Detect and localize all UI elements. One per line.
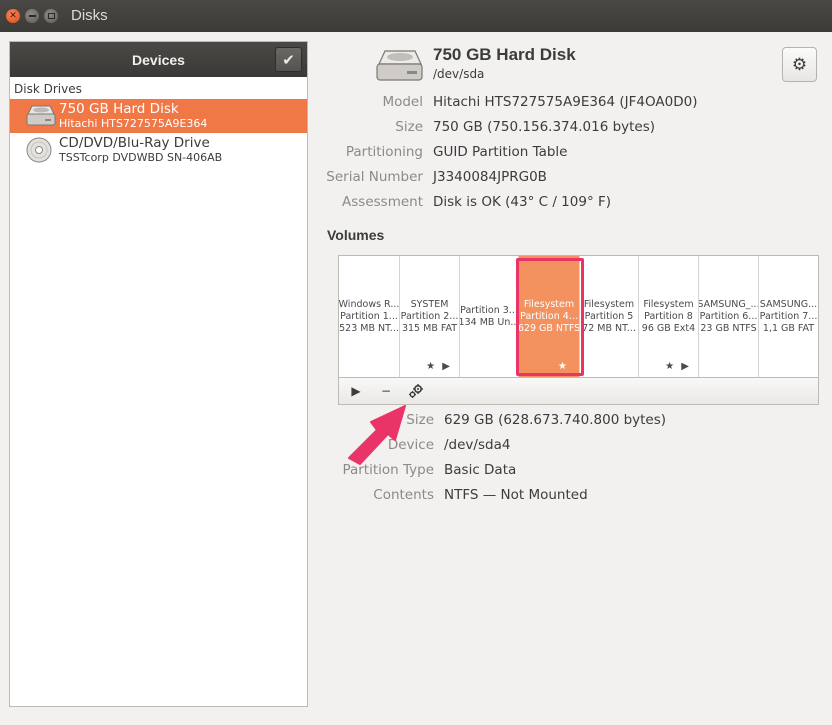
gear-icon: ⚙ <box>791 54 808 75</box>
partition-size: 315 MB FAT <box>401 322 458 334</box>
drive-name: CD/DVD/Blu-Ray Drive <box>59 135 210 151</box>
partitioning-value: GUID Partition Table <box>433 144 568 160</box>
partition-label: SAMSUNG... <box>759 298 818 310</box>
drive-name: 750 GB Hard Disk <box>59 101 179 117</box>
optical-disc-icon <box>26 137 52 163</box>
play-icon: ▶ <box>351 384 361 398</box>
window-title: Disks <box>71 7 108 24</box>
checkmark-icon: ✔ <box>282 50 295 69</box>
partition-label: SAMSUNG_... <box>699 298 759 310</box>
partition-number: Partition 7... <box>759 310 818 322</box>
partition-block[interactable]: Windows R... Partition 1... 523 MB NT... <box>339 256 400 377</box>
sidebar-title: Devices <box>132 51 185 68</box>
devices-sidebar: Devices ✔ Disk Drives 750 GB Hard Disk H… <box>9 41 308 707</box>
partition-size: 523 MB NT... <box>339 322 399 334</box>
annotation-arrow <box>348 405 406 465</box>
partition-device-value: /dev/sda4 <box>444 437 511 453</box>
mounted-flags-icon: ★ ▶ <box>665 361 691 372</box>
title-bar: ✕ Disks <box>0 0 832 32</box>
partition-block[interactable]: Partition 3... 134 MB Un... <box>460 256 519 377</box>
partition-size: 23 GB NTFS <box>700 322 757 334</box>
maximize-icon <box>47 13 55 19</box>
disk-drives-section-label: Disk Drives <box>14 82 82 96</box>
select-mode-button[interactable]: ✔ <box>275 47 302 72</box>
sidebar-header: Devices ✔ <box>10 42 307 77</box>
partition-block[interactable]: Filesystem Partition 5 72 MB NT... <box>580 256 639 377</box>
partition-type-value: Basic Data <box>444 462 517 478</box>
partition-block[interactable]: SAMSUNG... Partition 7... 1,1 GB FAT <box>759 256 818 377</box>
partition-size-value: 629 GB (628.673.740.800 bytes) <box>444 412 667 428</box>
partition-label: SYSTEM <box>410 298 449 310</box>
partition-size: 134 MB Un... <box>460 316 519 328</box>
hard-disk-icon <box>26 105 56 126</box>
volumes-heading: Volumes <box>327 227 385 243</box>
mounted-flags-icon: ★ ▶ <box>426 361 452 372</box>
delete-partition-button[interactable]: − <box>378 383 394 399</box>
minus-icon: − <box>380 384 392 398</box>
mount-button[interactable]: ▶ <box>348 383 364 399</box>
partition-label: Windows R... <box>339 298 400 310</box>
disk-settings-button[interactable]: ⚙ <box>782 47 817 82</box>
assessment-value: Disk is OK (43° C / 109° F) <box>433 194 612 210</box>
partition-number: Partition 6... <box>699 310 758 322</box>
partition-number: Partition 5 <box>584 310 634 322</box>
size-label: Size <box>395 119 423 135</box>
partition-size: 1,1 GB FAT <box>762 322 815 334</box>
serial-number-value: J3340084JPRG0B <box>433 169 547 185</box>
model-label: Model <box>382 94 423 110</box>
drive-model: TSSTcorp DVDWBD SN-406AB <box>59 151 223 164</box>
drive-item-optical[interactable]: CD/DVD/Blu-Ray Drive TSSTcorp DVDWBD SN-… <box>10 133 307 167</box>
partition-label: Filesystem <box>583 298 635 310</box>
close-window-button[interactable]: ✕ <box>6 9 20 23</box>
disk-device-path: /dev/sda <box>433 67 485 81</box>
partition-size: 96 GB Ext4 <box>641 322 696 334</box>
partition-number: Partition 8 <box>644 310 693 322</box>
partition-number: Partition 1... <box>340 310 398 322</box>
drive-model: Hitachi HTS727575A9E364 <box>59 117 208 130</box>
partition-block[interactable]: Filesystem Partition 8 96 GB Ext4 ★ ▶ <box>639 256 699 377</box>
assessment-label: Assessment <box>342 194 423 210</box>
partition-number: Partition 3... <box>460 304 518 316</box>
size-value: 750 GB (750.156.374.016 bytes) <box>433 119 656 135</box>
partition-contents-label: Contents <box>373 487 434 503</box>
partition-number: Partition 2... <box>400 310 459 322</box>
partition-settings-button[interactable] <box>408 383 424 399</box>
annotation-highlight-box <box>516 258 584 376</box>
model-value: Hitachi HTS727575A9E364 (JF4OA0D0) <box>433 94 698 110</box>
partition-block[interactable]: SAMSUNG_... Partition 6... 23 GB NTFS <box>699 256 759 377</box>
drive-item-hard-disk[interactable]: 750 GB Hard Disk Hitachi HTS727575A9E364 <box>10 99 307 133</box>
partition-block[interactable]: SYSTEM Partition 2... 315 MB FAT ★ ▶ <box>400 256 460 377</box>
gears-icon <box>409 384 423 398</box>
serial-number-label: Serial Number <box>326 169 423 185</box>
partition-size: 72 MB NT... <box>582 322 636 334</box>
hard-disk-icon <box>376 50 423 81</box>
minimize-icon <box>28 15 36 17</box>
partition-contents-value: NTFS — Not Mounted <box>444 487 588 503</box>
partitioning-label: Partitioning <box>345 144 423 160</box>
minimize-window-button[interactable] <box>25 9 39 23</box>
maximize-window-button[interactable] <box>44 9 58 23</box>
partition-label: Filesystem <box>643 298 694 310</box>
disk-title: 750 GB Hard Disk <box>433 45 576 64</box>
